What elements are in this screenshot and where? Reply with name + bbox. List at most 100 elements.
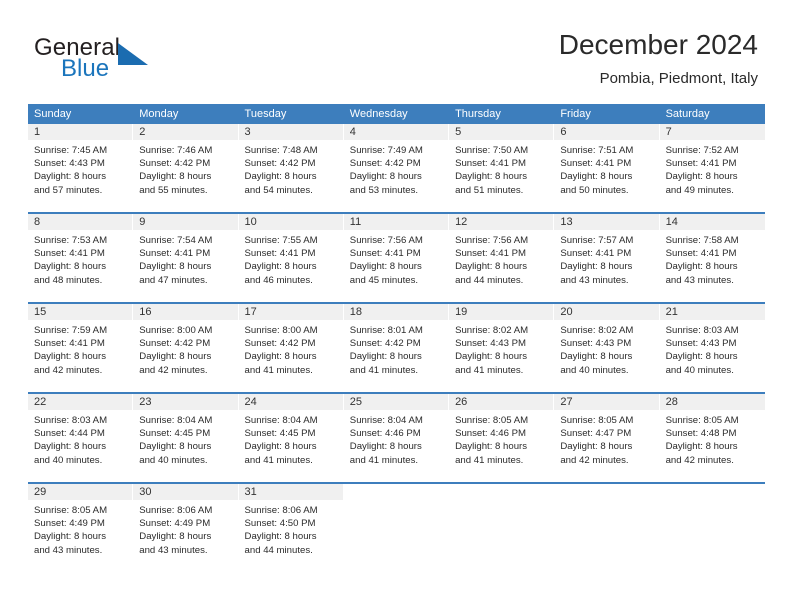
day-info: Sunrise: 8:05 AM Sunset: 4:48 PM Dayligh… <box>660 410 765 467</box>
day-number: 20 <box>554 304 659 320</box>
day-info: Sunrise: 7:56 AM Sunset: 4:41 PM Dayligh… <box>344 230 448 287</box>
day-number: 29 <box>28 484 133 500</box>
sunset-text: Sunset: 4:41 PM <box>34 338 105 350</box>
daylight-text-line1: Daylight: 8 hours <box>244 351 317 363</box>
day-number <box>344 484 448 500</box>
day-cell[interactable]: 13 Sunrise: 7:57 AM Sunset: 4:41 PM Dayl… <box>554 214 660 302</box>
day-cell[interactable]: 4 Sunrise: 7:49 AM Sunset: 4:42 PM Dayli… <box>343 124 450 212</box>
sunset-text: Sunset: 4:41 PM <box>560 248 632 260</box>
day-cell[interactable]: 2 Sunrise: 7:46 AM Sunset: 4:42 PM Dayli… <box>133 124 239 212</box>
daylight-text-line1: Daylight: 8 hours <box>34 441 106 453</box>
daylight-text-line1: Daylight: 8 hours <box>244 531 317 543</box>
daylight-text-line1: Daylight: 8 hours <box>139 531 212 543</box>
page-header: General Blue December 2024 Pombia, Piedm… <box>0 0 792 100</box>
day-cell[interactable]: 1 Sunrise: 7:45 AM Sunset: 4:43 PM Dayli… <box>28 124 134 212</box>
page-subtitle: Pombia, Piedmont, Italy <box>599 70 758 87</box>
day-number <box>660 484 765 500</box>
day-cell[interactable]: 14 Sunrise: 7:58 AM Sunset: 4:41 PM Dayl… <box>659 214 765 302</box>
day-cell[interactable]: 12 Sunrise: 7:56 AM Sunset: 4:41 PM Dayl… <box>449 214 555 302</box>
brand-logo[interactable]: General Blue <box>34 34 254 90</box>
day-cell[interactable]: 30 Sunrise: 8:06 AM Sunset: 4:49 PM Dayl… <box>133 484 239 572</box>
day-cell[interactable]: 9 Sunrise: 7:54 AM Sunset: 4:41 PM Dayli… <box>133 214 239 302</box>
sunrise-text: Sunrise: 8:01 AM <box>349 325 423 336</box>
sunrise-text: Sunrise: 7:57 AM <box>560 235 634 246</box>
daylight-text-line1: Daylight: 8 hours <box>139 171 212 183</box>
sunrise-text: Sunrise: 8:05 AM <box>34 505 108 516</box>
day-info: Sunrise: 8:05 AM Sunset: 4:47 PM Dayligh… <box>554 410 658 467</box>
day-cell[interactable]: 11 Sunrise: 7:56 AM Sunset: 4:41 PM Dayl… <box>343 214 450 302</box>
daylight-text-line2: and 42 minutes. <box>139 364 208 376</box>
sunrise-text: Sunrise: 8:02 AM <box>455 325 529 336</box>
day-cell[interactable]: 19 Sunrise: 8:02 AM Sunset: 4:43 PM Dayl… <box>449 304 555 392</box>
day-cell[interactable]: 20 Sunrise: 8:02 AM Sunset: 4:43 PM Dayl… <box>554 304 660 392</box>
weekday-header-monday: Monday <box>139 108 179 120</box>
daylight-text-line1: Daylight: 8 hours <box>34 351 106 363</box>
day-cell-empty <box>554 484 660 572</box>
sunrise-text: Sunrise: 8:04 AM <box>244 415 318 426</box>
day-cell[interactable]: 7 Sunrise: 7:52 AM Sunset: 4:41 PM Dayli… <box>659 124 765 212</box>
day-cell[interactable]: 18 Sunrise: 8:01 AM Sunset: 4:42 PM Dayl… <box>343 304 450 392</box>
day-cell[interactable]: 23 Sunrise: 8:04 AM Sunset: 4:45 PM Dayl… <box>133 394 239 482</box>
daylight-text-line1: Daylight: 8 hours <box>665 171 738 183</box>
sunset-text: Sunset: 4:42 PM <box>244 338 316 350</box>
day-number: 25 <box>343 394 449 410</box>
day-number: 12 <box>449 214 554 230</box>
day-number: 8 <box>28 214 133 230</box>
daylight-text-line2: and 45 minutes. <box>349 274 419 286</box>
daylight-text-line2: and 44 minutes. <box>455 274 524 286</box>
day-cell[interactable]: 17 Sunrise: 8:00 AM Sunset: 4:42 PM Dayl… <box>238 304 344 392</box>
day-cell[interactable]: 10 Sunrise: 7:55 AM Sunset: 4:41 PM Dayl… <box>238 214 344 302</box>
sunrise-text: Sunrise: 8:00 AM <box>139 325 213 336</box>
day-info: Sunrise: 8:00 AM Sunset: 4:42 PM Dayligh… <box>133 320 237 377</box>
daylight-text-line1: Daylight: 8 hours <box>455 351 528 363</box>
day-cell[interactable]: 16 Sunrise: 8:00 AM Sunset: 4:42 PM Dayl… <box>133 304 239 392</box>
sunrise-text: Sunrise: 7:51 AM <box>560 145 634 156</box>
day-cell[interactable]: 25 Sunrise: 8:04 AM Sunset: 4:46 PM Dayl… <box>343 394 450 482</box>
sunrise-text: Sunrise: 7:59 AM <box>34 325 108 336</box>
day-cell[interactable]: 29 Sunrise: 8:05 AM Sunset: 4:49 PM Dayl… <box>28 484 134 572</box>
day-cell-empty <box>660 484 765 572</box>
day-cell[interactable]: 21 Sunrise: 8:03 AM Sunset: 4:43 PM Dayl… <box>659 304 765 392</box>
day-cell[interactable]: 27 Sunrise: 8:05 AM Sunset: 4:47 PM Dayl… <box>554 394 660 482</box>
weekday-header-friday: Friday <box>560 108 591 120</box>
sunset-text: Sunset: 4:43 PM <box>455 338 526 350</box>
day-number: 13 <box>554 214 659 230</box>
day-cell[interactable]: 3 Sunrise: 7:48 AM Sunset: 4:42 PM Dayli… <box>238 124 344 212</box>
sunset-text: Sunset: 4:41 PM <box>139 248 211 260</box>
day-info: Sunrise: 7:53 AM Sunset: 4:41 PM Dayligh… <box>28 230 132 287</box>
day-number: 1 <box>28 124 133 140</box>
day-number: 26 <box>449 394 554 410</box>
week-row: 15 Sunrise: 7:59 AM Sunset: 4:41 PM Dayl… <box>28 302 765 392</box>
daylight-text-line1: Daylight: 8 hours <box>244 261 317 273</box>
sunset-text: Sunset: 4:48 PM <box>665 428 737 440</box>
day-cell[interactable]: 15 Sunrise: 7:59 AM Sunset: 4:41 PM Dayl… <box>28 304 134 392</box>
day-cell[interactable]: 22 Sunrise: 8:03 AM Sunset: 4:44 PM Dayl… <box>28 394 134 482</box>
day-cell[interactable]: 31 Sunrise: 8:06 AM Sunset: 4:50 PM Dayl… <box>238 484 344 572</box>
week-row: 8 Sunrise: 7:53 AM Sunset: 4:41 PM Dayli… <box>28 212 765 302</box>
day-cell[interactable]: 5 Sunrise: 7:50 AM Sunset: 4:41 PM Dayli… <box>449 124 555 212</box>
daylight-text-line2: and 41 minutes. <box>455 364 524 376</box>
sunrise-text: Sunrise: 7:55 AM <box>244 235 318 246</box>
day-cell[interactable]: 26 Sunrise: 8:05 AM Sunset: 4:46 PM Dayl… <box>449 394 555 482</box>
day-number: 11 <box>343 214 449 230</box>
sunrise-text: Sunrise: 8:06 AM <box>139 505 213 516</box>
day-info: Sunrise: 8:00 AM Sunset: 4:42 PM Dayligh… <box>239 320 343 377</box>
daylight-text-line2: and 41 minutes. <box>349 454 419 466</box>
sunrise-text: Sunrise: 7:45 AM <box>34 145 108 156</box>
week-row: 22 Sunrise: 8:03 AM Sunset: 4:44 PM Dayl… <box>28 392 765 482</box>
weekday-header-saturday: Saturday <box>665 108 710 120</box>
day-cell[interactable]: 6 Sunrise: 7:51 AM Sunset: 4:41 PM Dayli… <box>554 124 660 212</box>
sunset-text: Sunset: 4:41 PM <box>665 248 737 260</box>
day-cell[interactable]: 24 Sunrise: 8:04 AM Sunset: 4:45 PM Dayl… <box>238 394 344 482</box>
sunrise-text: Sunrise: 7:49 AM <box>349 145 423 156</box>
daylight-text-line2: and 41 minutes. <box>349 364 419 376</box>
day-number: 9 <box>133 214 238 230</box>
day-cell[interactable]: 8 Sunrise: 7:53 AM Sunset: 4:41 PM Dayli… <box>28 214 134 302</box>
daylight-text-line1: Daylight: 8 hours <box>560 351 633 363</box>
sunset-text: Sunset: 4:50 PM <box>244 518 316 530</box>
day-number: 6 <box>554 124 659 140</box>
sunset-text: Sunset: 4:45 PM <box>244 428 316 440</box>
day-cell[interactable]: 28 Sunrise: 8:05 AM Sunset: 4:48 PM Dayl… <box>659 394 765 482</box>
day-info: Sunrise: 7:48 AM Sunset: 4:42 PM Dayligh… <box>239 140 343 197</box>
sunset-text: Sunset: 4:42 PM <box>349 338 421 350</box>
